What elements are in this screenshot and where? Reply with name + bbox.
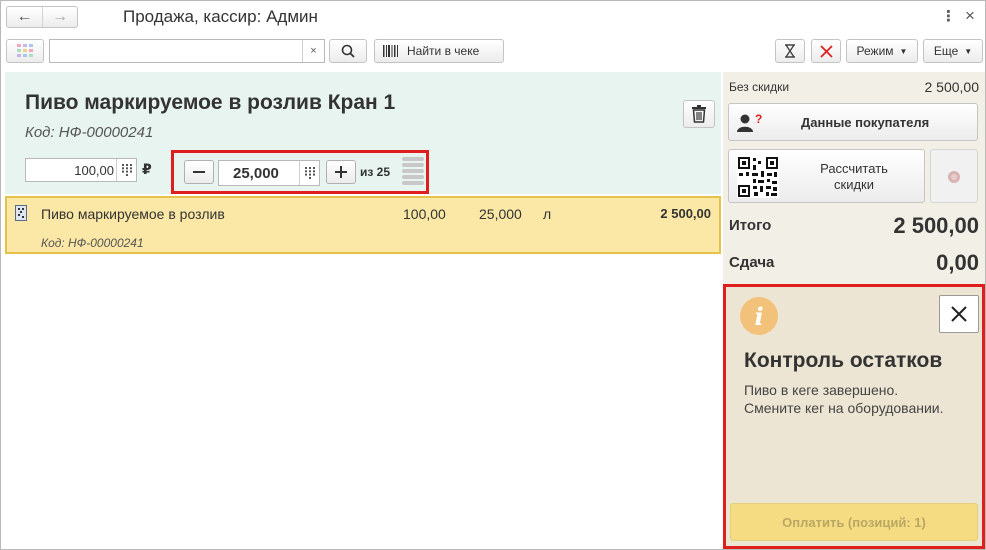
trash-icon	[692, 105, 706, 123]
product-title: Пиво маркируемое в розлив Кран 1	[25, 91, 396, 114]
item-sum: 2 500,00	[660, 206, 711, 221]
quantity-control: 25,000 из 25	[171, 150, 429, 194]
total-label: Итого	[729, 217, 772, 234]
decrease-quantity-button[interactable]	[184, 160, 214, 184]
keypad-icon[interactable]	[299, 161, 319, 185]
discount-status-button[interactable]	[930, 149, 978, 203]
customer-icon: ?	[737, 113, 762, 132]
find-in-check-label: Найти в чеке	[407, 44, 480, 58]
hourglass-icon	[785, 44, 795, 58]
change-value: 0,00	[936, 250, 979, 275]
chevron-down-icon: ▼	[964, 46, 973, 56]
more-menu-button[interactable]: Еще ▼	[923, 39, 983, 63]
message-close-button[interactable]	[939, 295, 979, 333]
message-line-1: Пиво в кеге завершено.	[744, 382, 899, 398]
delete-item-button[interactable]	[683, 100, 715, 128]
window-title: Продажа, кассир: Админ	[123, 7, 318, 26]
mode-label: Режим	[856, 44, 894, 58]
magnifier-icon	[341, 44, 355, 58]
current-product-header: Пиво маркируемое в розлив Кран 1 Код: НФ…	[5, 72, 721, 194]
qr-code-icon	[737, 156, 779, 198]
cancel-check-button[interactable]	[811, 39, 841, 63]
item-price: 100,00	[403, 206, 446, 222]
toolbar: × Найти в чеке Режим ▼ Еще ▼	[1, 37, 985, 67]
search-field[interactable]: ×	[49, 39, 325, 63]
no-discount-value: 2 500,00	[924, 79, 980, 95]
status-dot-icon	[948, 171, 960, 183]
mode-menu-button[interactable]: Режим ▼	[846, 39, 918, 63]
calculate-discounts-label: Рассчитать скидки	[785, 161, 923, 193]
app-window: ← → Продажа, кассир: Админ ⋮ × × Найти в…	[0, 0, 986, 550]
table-row[interactable]: Пиво маркируемое в розлив 100,00 25,000 …	[5, 196, 721, 254]
info-icon: i	[740, 297, 778, 335]
more-label: Еще	[933, 44, 959, 58]
message-title: Контроль остатков	[744, 349, 943, 372]
chevron-down-icon: ▼	[899, 46, 908, 56]
change-label: Сдача	[729, 254, 775, 271]
calculate-discounts-button[interactable]: Рассчитать скидки	[728, 149, 925, 203]
total-value: 2 500,00	[893, 213, 979, 238]
window-close-icon[interactable]: ×	[965, 6, 975, 26]
increase-quantity-button[interactable]	[326, 160, 356, 184]
message-body: Пиво в кеге завершено. Смените кег на об…	[744, 381, 980, 417]
quantity-input[interactable]: 25,000	[218, 160, 320, 186]
search-input[interactable]	[50, 40, 300, 62]
pay-button[interactable]: Оплатить (позиций: 1)	[730, 503, 978, 541]
forward-arrow-icon[interactable]: →	[41, 7, 77, 27]
red-cross-icon	[819, 44, 833, 58]
minus-icon	[193, 171, 205, 173]
history-nav: ← →	[6, 6, 78, 28]
stock-control-message: i Контроль остатков Пиво в кеге завершен…	[723, 284, 985, 549]
quantity-available: из 25	[360, 165, 391, 179]
price-value: 100,00	[74, 163, 114, 178]
calculate-discounts-line2: скидки	[834, 177, 874, 192]
marked-item-icon	[15, 205, 27, 221]
currency-sign: ₽	[142, 161, 152, 177]
hourglass-button[interactable]	[775, 39, 805, 63]
price-input[interactable]: 100,00	[25, 158, 137, 182]
customer-data-button[interactable]: ? Данные покупателя	[728, 103, 978, 141]
quantity-value: 25,000	[233, 165, 279, 182]
summary-panel: Без скидки 2 500,00 ? Данные покупателя	[723, 72, 985, 549]
check-panel: Пиво маркируемое в розлив Кран 1 Код: НФ…	[5, 72, 721, 549]
grid-icon	[17, 44, 33, 57]
customer-data-label: Данные покупателя	[801, 115, 930, 130]
more-vertical-icon[interactable]: ⋮	[941, 7, 956, 25]
find-in-check-button[interactable]: Найти в чеке	[374, 39, 504, 63]
no-discount-label: Без скидки	[729, 80, 790, 94]
search-button[interactable]	[329, 39, 367, 63]
item-code: Код: НФ-00000241	[41, 236, 144, 250]
item-quantity: 25,000	[479, 206, 522, 222]
keypad-icon[interactable]	[116, 159, 136, 181]
title-bar: ← → Продажа, кассир: Админ ⋮ ×	[1, 1, 985, 33]
product-code: Код: НФ-00000241	[25, 124, 154, 141]
grid-menu-button[interactable]	[6, 39, 44, 63]
svg-text:?: ?	[755, 113, 762, 126]
message-line-2: Смените кег на оборудовании.	[744, 400, 944, 416]
plus-icon	[335, 166, 347, 178]
search-clear-button[interactable]: ×	[302, 40, 324, 62]
calculate-discounts-line1: Рассчитать	[820, 161, 888, 176]
close-icon	[951, 306, 967, 322]
back-arrow-icon[interactable]: ←	[7, 7, 42, 27]
barcode-icon	[383, 45, 398, 57]
stock-level-icon	[402, 157, 424, 187]
item-name: Пиво маркируемое в розлив	[41, 206, 225, 222]
item-unit: л	[543, 206, 552, 222]
